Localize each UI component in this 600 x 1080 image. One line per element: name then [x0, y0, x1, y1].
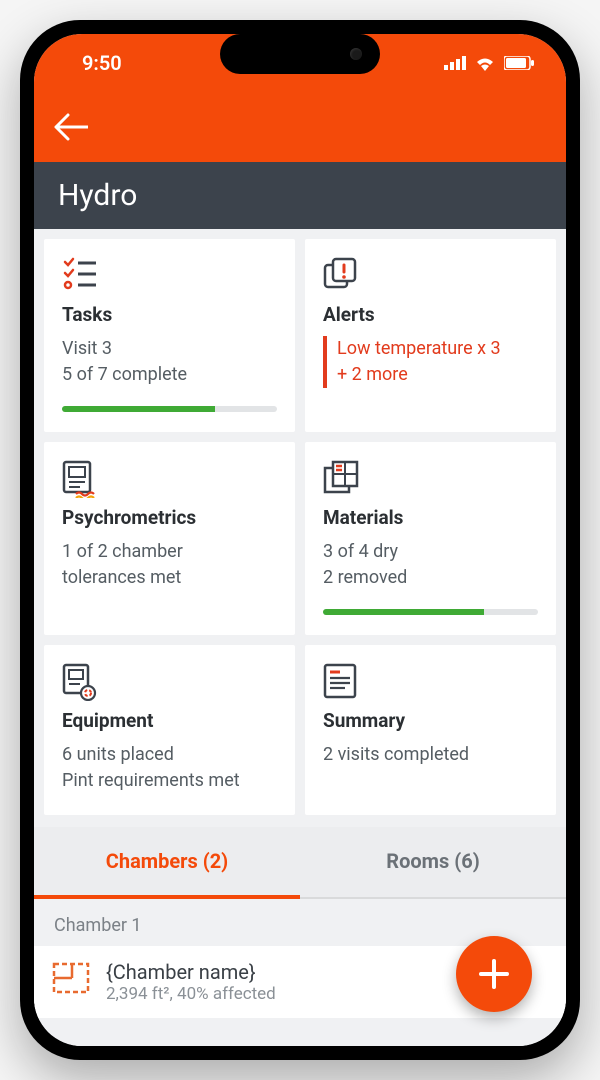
equipment-card[interactable]: Equipment 6 units placed Pint requiremen…	[44, 645, 295, 815]
card-line: tolerances met	[62, 565, 277, 591]
card-line: 2 removed	[323, 565, 538, 591]
card-title: Tasks	[62, 303, 277, 326]
alerts-card[interactable]: Alerts Low temperature x 3 + 2 more	[305, 239, 556, 432]
chamber-meta: 2,394 ft², 40% affected	[106, 984, 276, 1004]
card-line: 5 of 7 complete	[62, 362, 277, 388]
back-button[interactable]	[54, 113, 88, 141]
psychrometrics-card[interactable]: Psychrometrics 1 of 2 chamber tolerances…	[44, 442, 295, 635]
summary-icon	[323, 663, 538, 699]
floorplan-icon	[52, 960, 90, 996]
alert-line: Low temperature x 3	[337, 336, 538, 362]
card-line: 2 visits completed	[323, 742, 538, 768]
alert-icon	[323, 257, 538, 293]
card-title: Alerts	[323, 303, 538, 326]
status-indicators	[444, 55, 534, 71]
tab-chambers[interactable]: Chambers (2)	[34, 827, 300, 899]
card-line: Visit 3	[62, 336, 277, 362]
tab-rooms[interactable]: Rooms (6)	[300, 827, 566, 897]
arrow-left-icon	[54, 113, 88, 141]
add-button[interactable]	[456, 936, 532, 1012]
page-title: Hydro	[34, 162, 566, 229]
battery-icon	[504, 56, 534, 70]
wifi-icon	[474, 55, 496, 71]
card-line: Pint requirements met	[62, 768, 277, 794]
device-notch	[220, 34, 380, 74]
card-title: Summary	[323, 709, 538, 732]
tabs: Chambers (2) Rooms (6)	[34, 827, 566, 899]
materials-card[interactable]: Materials 3 of 4 dry 2 removed	[305, 442, 556, 635]
card-title: Materials	[323, 506, 538, 529]
checklist-icon	[62, 257, 277, 293]
cellular-icon	[444, 56, 466, 70]
card-line: 1 of 2 chamber	[62, 539, 277, 565]
equipment-icon	[62, 663, 277, 699]
alert-line: + 2 more	[337, 362, 538, 388]
tasks-card[interactable]: Tasks Visit 3 5 of 7 complete	[44, 239, 295, 432]
chamber-name: {Chamber name}	[106, 960, 276, 984]
materials-icon	[323, 460, 538, 496]
progress-bar	[62, 406, 277, 412]
psychrometrics-icon	[62, 460, 277, 496]
nav-bar	[34, 92, 566, 162]
progress-bar	[323, 609, 538, 615]
plus-icon	[477, 957, 511, 991]
status-time: 9:50	[82, 51, 122, 75]
content-area: Tasks Visit 3 5 of 7 complete Alerts Low…	[34, 229, 566, 1046]
card-line: 3 of 4 dry	[323, 539, 538, 565]
card-line: 6 units placed	[62, 742, 277, 768]
alert-messages: Low temperature x 3 + 2 more	[323, 336, 538, 388]
card-title: Psychrometrics	[62, 506, 277, 529]
card-title: Equipment	[62, 709, 277, 732]
summary-card[interactable]: Summary 2 visits completed	[305, 645, 556, 815]
